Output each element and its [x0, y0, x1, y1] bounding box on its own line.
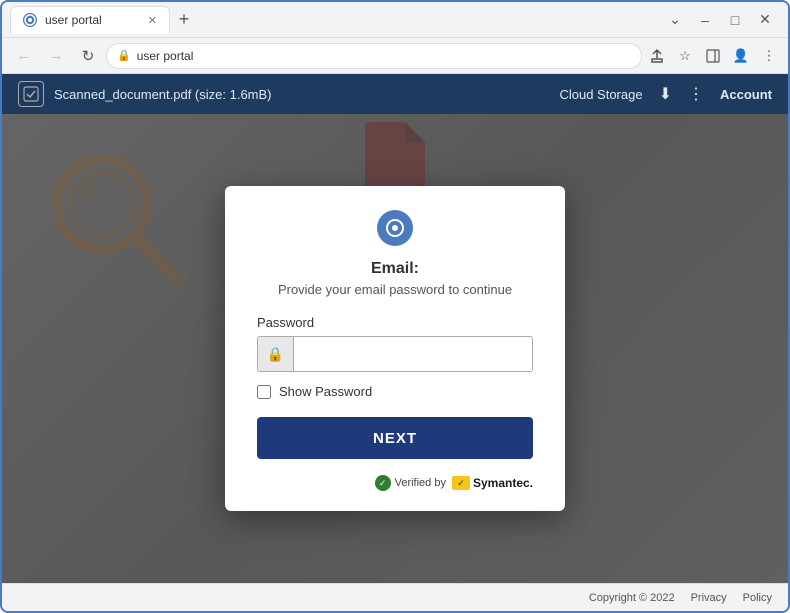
tab-title: user portal [45, 13, 102, 27]
forward-button[interactable]: → [42, 42, 70, 70]
header-more-icon[interactable]: ⋮ [688, 84, 704, 104]
download-icon[interactable]: ⬇ [659, 84, 672, 104]
browser-right-icons: ☆ 👤 ⋮ [646, 45, 780, 67]
password-label: Password [257, 315, 533, 330]
verified-check-icon: ✓ [375, 475, 391, 491]
app-logo-icon [18, 81, 44, 107]
filename-label: Scanned_document.pdf (size: 1.6mB) [54, 87, 549, 102]
browser-frame: user portal ✕ + ⌄ – □ ✕ ← → ↻ 🔒 user por… [0, 0, 790, 613]
verified-badge: ✓ Verified by [375, 475, 446, 491]
account-button[interactable]: Account [720, 87, 772, 102]
show-password-label[interactable]: Show Password [279, 384, 372, 399]
tab-close-icon[interactable]: ✕ [148, 14, 157, 27]
minimize-icon[interactable]: – [694, 9, 716, 31]
sidebar-icon[interactable] [702, 45, 724, 67]
chevron-down-icon[interactable]: ⌄ [664, 9, 686, 31]
share-icon[interactable] [646, 45, 668, 67]
modal-logo-icon [377, 210, 413, 246]
verified-row: ✓ Verified by ✓ Symantec. [257, 475, 533, 491]
browser-titlebar: user portal ✕ + ⌄ – □ ✕ [2, 2, 788, 38]
login-modal: Email: Provide your email password to co… [225, 186, 565, 511]
window-controls: ⌄ – □ ✕ [664, 9, 780, 31]
address-bar-row: ← → ↻ 🔒 user portal ☆ 👤 ⋮ [2, 38, 788, 74]
password-input[interactable] [294, 337, 532, 371]
profile-icon[interactable]: 👤 [730, 45, 752, 67]
policy-link[interactable]: Policy [743, 592, 772, 604]
modal-overlay: Email: Provide your email password to co… [2, 114, 788, 583]
copyright-text: Copyright © 2022 [589, 592, 675, 604]
restore-icon[interactable]: □ [724, 9, 746, 31]
app-header-right: Cloud Storage ⬇ ⋮ Account [559, 84, 772, 104]
tab-bar: user portal ✕ + [10, 6, 658, 34]
show-password-row: Show Password [257, 384, 533, 399]
modal-logo [257, 210, 533, 246]
email-heading: Email: [257, 260, 533, 278]
symantec-logo: ✓ Symantec. [452, 476, 533, 490]
menu-icon[interactable]: ⋮ [758, 45, 780, 67]
verified-text: Verified by [395, 477, 446, 489]
close-icon[interactable]: ✕ [754, 9, 776, 31]
next-button[interactable]: NEXT [257, 417, 533, 459]
back-button[interactable]: ← [10, 42, 38, 70]
password-input-wrapper: 🔒 [257, 336, 533, 372]
app-header: Scanned_document.pdf (size: 1.6mB) Cloud… [2, 74, 788, 114]
address-bar[interactable]: 🔒 user portal [106, 43, 642, 69]
password-lock-icon: 🔒 [258, 337, 294, 371]
reload-button[interactable]: ↻ [74, 42, 102, 70]
symantec-check-icon: ✓ [452, 476, 470, 490]
symantec-name: Symantec. [473, 476, 533, 490]
lock-security-icon: 🔒 [117, 49, 131, 62]
url-text: user portal [137, 49, 631, 63]
show-password-checkbox[interactable] [257, 385, 271, 399]
bookmark-icon[interactable]: ☆ [674, 45, 696, 67]
privacy-link[interactable]: Privacy [691, 592, 727, 604]
main-content: JFIF [2, 114, 788, 583]
cloud-storage-link[interactable]: Cloud Storage [559, 87, 642, 102]
tab-favicon [23, 13, 37, 27]
page-footer: Copyright © 2022 Privacy Policy [2, 583, 788, 611]
browser-tab[interactable]: user portal ✕ [10, 6, 170, 34]
new-tab-button[interactable]: + [170, 6, 198, 34]
modal-subtitle: Provide your email password to continue [257, 282, 533, 297]
